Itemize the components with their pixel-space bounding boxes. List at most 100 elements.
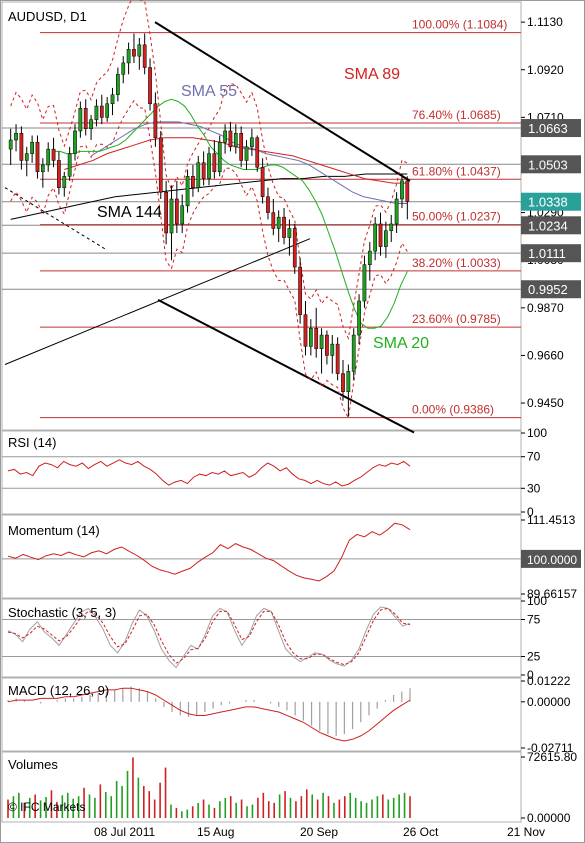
price-tag-label-3: 1.0234 — [528, 218, 568, 233]
candle-body — [389, 223, 394, 231]
price-tag-label-2: 1.0338 — [528, 195, 568, 210]
candle-body — [308, 327, 313, 347]
candle-body — [255, 137, 260, 168]
stochastic-tick-label-0: 100 — [527, 594, 547, 608]
candle-body — [271, 212, 276, 229]
fib-label-4: 38.20% (1.0033) — [412, 256, 501, 270]
outer-frame — [0, 0, 585, 843]
candle-body — [62, 176, 67, 188]
candle-body — [191, 176, 195, 188]
candle-body — [405, 180, 410, 202]
volume-tick-label-1: 0.00000 — [527, 811, 571, 825]
candle-body — [137, 44, 142, 57]
candle-body — [57, 160, 61, 188]
candle-body — [266, 196, 270, 213]
support-line — [4, 238, 311, 365]
candle-body — [169, 198, 174, 234]
fib-label-5: 23.60% (0.9785) — [412, 312, 501, 326]
price-layer: 100.00% (1.1084) 76.40% (1.0685) 61.80% (1… — [2, 0, 581, 434]
candle-body — [14, 132, 18, 141]
candle-body — [142, 44, 147, 68]
rsi-tick-label-2: 30 — [527, 481, 541, 495]
rsi-tick-label-1: 70 — [527, 450, 541, 464]
volume-title: Volumes — [8, 757, 58, 772]
momentum-tick-label-0: 111.4513 — [527, 513, 576, 527]
dashed-trend-line — [4, 187, 106, 250]
sma55-line — [90, 121, 408, 205]
candle-body — [99, 105, 104, 118]
candle-body — [400, 180, 404, 200]
candle-body — [346, 371, 351, 392]
candle-body — [233, 132, 238, 148]
candle-body — [30, 142, 34, 154]
candle-body — [121, 62, 126, 75]
fib-label-6: 0.00% (0.9386) — [412, 403, 494, 417]
x-label-oct: 26 Oct — [403, 825, 439, 839]
rsi-line-0 — [7, 459, 411, 487]
price-tick-label-5: 0.9870 — [527, 301, 564, 315]
audusd-chart: 100.00% (1.1084) 76.40% (1.0685) 61.80% (1… — [0, 0, 585, 843]
price-tag-label-0: 1.0663 — [528, 121, 568, 136]
candle-body — [394, 198, 399, 225]
fib-label-0: 100.00% (1.1084) — [412, 18, 507, 32]
x-label-nov: 21 Nov — [507, 825, 545, 839]
candle-body — [51, 148, 56, 161]
candle-body — [314, 327, 319, 349]
candle-body — [362, 264, 367, 302]
candle-body — [105, 103, 110, 118]
candle-body — [207, 153, 211, 179]
candle-body — [282, 216, 286, 238]
sma55-label: SMA 55 — [181, 83, 237, 100]
x-label-aug: 15 Aug — [197, 825, 234, 839]
price-tag-label-5: 0.9952 — [528, 282, 568, 297]
candle-body — [24, 153, 29, 161]
candle-body — [180, 205, 185, 225]
candle-body — [244, 146, 249, 161]
candle-body — [46, 148, 51, 166]
candle-body — [164, 191, 168, 234]
sma20-label: SMA 20 — [373, 335, 429, 352]
candle-body — [67, 153, 72, 177]
x-label-sep: 20 Sep — [300, 825, 338, 839]
candle-body — [126, 49, 131, 64]
candle-body — [8, 139, 13, 150]
rsi-tick-label-0: 100 — [527, 426, 547, 440]
candle-body — [228, 130, 233, 148]
candle-body — [325, 334, 329, 356]
stochastic-tick-label-1: 75 — [527, 613, 541, 627]
candle-body — [260, 167, 265, 197]
price-tick-label-1: 1.0920 — [527, 63, 564, 77]
sma89-label: SMA 89 — [344, 66, 400, 83]
candle-body — [276, 216, 281, 229]
candle-body — [319, 334, 324, 349]
candle-body — [19, 132, 24, 161]
candle-body — [223, 130, 227, 143]
candle-body — [351, 334, 356, 372]
macd-title: MACD (12, 26, 9) — [8, 683, 109, 698]
macd-tick-label-1: 0.00000 — [527, 695, 571, 709]
candle-body — [35, 142, 40, 173]
candle-body — [132, 49, 136, 57]
price-tag-label-4: 1.0111 — [528, 246, 566, 261]
stochastic-tick-label-2: 25 — [527, 650, 541, 664]
candle-body — [83, 108, 88, 129]
x-axis: 08 Jul 2011 15 Aug 20 Sep 26 Oct 21 Nov — [94, 825, 545, 839]
candle-body — [373, 223, 378, 252]
price-tick-label-0: 1.1130 — [527, 15, 563, 29]
momentum-title: Momentum (14) — [8, 523, 100, 538]
momentum-value-tag-label: 100.0000 — [527, 553, 577, 567]
candle-body — [367, 250, 372, 265]
candle-body — [217, 142, 222, 173]
fib-label-1: 76.40% (1.0685) — [412, 108, 501, 122]
candle-body — [201, 162, 206, 179]
candle-body — [158, 137, 163, 193]
macd-tick-label-0: 0.01222 — [527, 674, 571, 688]
volume-layer: 72615.80 0.00000 — [7, 750, 577, 825]
candle-body — [292, 228, 297, 268]
candle-body — [287, 228, 292, 238]
candle-body — [357, 300, 361, 336]
price-tick-label-6: 0.9660 — [527, 348, 564, 362]
rsi-title: RSI (14) — [8, 435, 56, 450]
candle-body — [110, 94, 115, 105]
candle-body — [40, 164, 45, 173]
